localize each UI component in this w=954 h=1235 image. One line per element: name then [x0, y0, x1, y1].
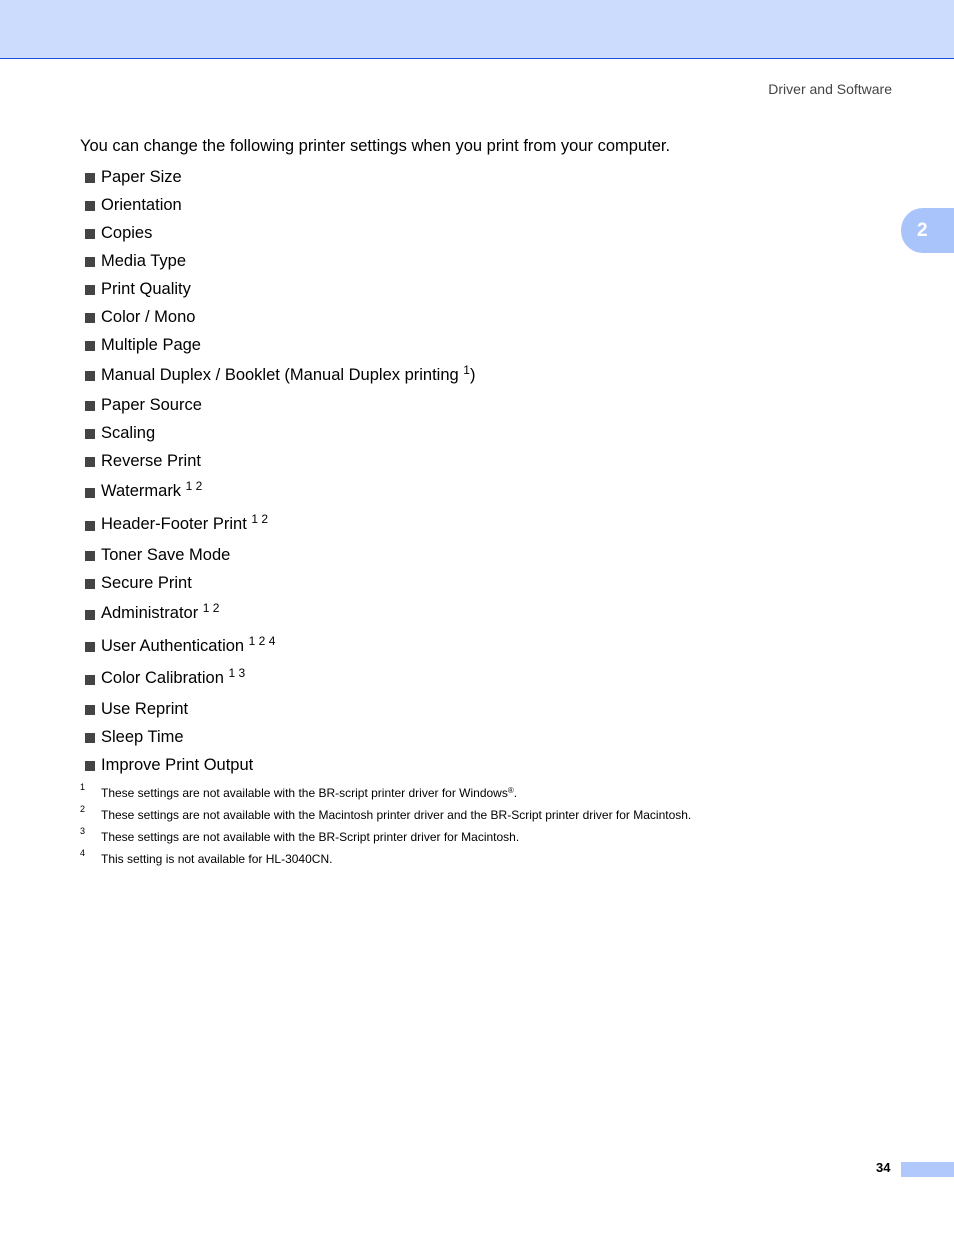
square-bullet-icon	[85, 761, 95, 771]
intro-paragraph: You can change the following printer set…	[80, 137, 671, 155]
footnote-text: These settings are not available with th…	[101, 808, 692, 822]
settings-list-item: Print Quality	[84, 275, 475, 303]
settings-list-item: Toner Save Mode	[84, 541, 475, 569]
setting-label: Header-Footer Print	[101, 515, 252, 533]
setting-label: Copies	[101, 224, 153, 242]
settings-list-item: User Authentication 1 2 4	[84, 630, 475, 662]
settings-list-item: Copies	[84, 219, 475, 247]
footnote-text: These settings are not available with th…	[101, 830, 520, 844]
settings-list-item: Use Reprint	[84, 695, 475, 723]
setting-label: Multiple Page	[101, 336, 201, 354]
footnote-reference[interactable]: 1 2	[203, 601, 220, 615]
footnote-number: 3	[80, 826, 86, 836]
square-bullet-icon	[85, 201, 95, 211]
setting-label: Administrator	[101, 604, 203, 622]
square-bullet-icon	[85, 705, 95, 715]
square-bullet-icon	[85, 674, 95, 685]
settings-list-item: Reverse Print	[84, 447, 475, 475]
setting-label: Reverse Print	[101, 452, 201, 470]
footnote-reference[interactable]: 1 2 4	[249, 634, 276, 648]
square-bullet-icon	[85, 733, 95, 743]
setting-label: Paper Size	[101, 168, 182, 186]
footnote-reference[interactable]: 1 2	[186, 479, 203, 493]
footnote-reference[interactable]: 1 2	[251, 512, 268, 526]
setting-label: Sleep Time	[101, 728, 184, 746]
settings-list-item: Color Calibration 1 3	[84, 662, 475, 695]
settings-list-item: Header-Footer Print 1 2	[84, 508, 475, 541]
settings-list-item: Administrator 1 2	[84, 597, 475, 630]
settings-list: Paper Size Orientation Copies Media Type Pri…	[84, 163, 475, 779]
square-bullet-icon	[85, 285, 95, 295]
square-bullet-icon	[85, 642, 95, 652]
setting-label: Print Quality	[101, 280, 191, 298]
setting-label: Watermark	[101, 482, 186, 500]
footnote-text-wrap: These settings are not available with th…	[101, 808, 691, 822]
settings-list-item: Color / Mono	[84, 303, 475, 331]
page-number: 34	[876, 1160, 891, 1175]
settings-list-item: Paper Source	[84, 391, 475, 419]
settings-list-item: Secure Print	[84, 569, 475, 597]
setting-label: Orientation	[101, 196, 182, 214]
setting-label: Use Reprint	[101, 700, 189, 718]
page-number-bar	[901, 1162, 954, 1177]
square-bullet-icon	[85, 173, 95, 183]
settings-list-item: Scaling	[84, 419, 475, 447]
setting-label: Color / Mono	[101, 308, 196, 326]
chapter-tab: 2	[901, 208, 954, 253]
footnote-text-wrap: This setting is not available for HL-304…	[101, 852, 332, 866]
footnote-text-wrap: These settings are not available with th…	[101, 786, 517, 800]
setting-label: Color Calibration	[101, 669, 229, 687]
setting-label: Media Type	[101, 252, 186, 270]
setting-label: Scaling	[101, 424, 156, 442]
square-bullet-icon	[85, 579, 95, 589]
settings-list-item: Media Type	[84, 247, 475, 275]
square-bullet-icon	[85, 487, 95, 498]
setting-label: Manual Duplex / Booklet (Manual Duplex p…	[101, 366, 464, 384]
footnote-text-wrap: These settings are not available with th…	[101, 830, 519, 844]
square-bullet-icon	[85, 313, 95, 323]
setting-label: User Authentication	[101, 637, 249, 655]
footnote-number: 4	[80, 848, 86, 858]
setting-label: Toner Save Mode	[101, 546, 231, 564]
settings-list-item: Improve Print Output	[84, 751, 475, 779]
square-bullet-icon	[85, 401, 95, 411]
footnote-end: .	[513, 786, 518, 800]
square-bullet-icon	[85, 429, 95, 439]
settings-list-item: Multiple Page	[84, 331, 475, 359]
square-bullet-icon	[85, 257, 95, 267]
footnote-reference[interactable]: 1 3	[228, 666, 245, 680]
square-bullet-icon	[85, 341, 95, 351]
footnote-number: 2	[80, 804, 86, 814]
settings-list-item: Watermark 1 2	[84, 475, 475, 508]
footnote-text: This setting is not available for HL-304…	[101, 852, 333, 866]
footnote-text: These settings are not available with th…	[101, 786, 508, 800]
settings-list-item: Manual Duplex / Booklet (Manual Duplex p…	[84, 359, 475, 391]
square-bullet-icon	[85, 371, 95, 381]
footnote-number: 1	[80, 782, 86, 792]
settings-list-item: Paper Size	[84, 163, 475, 191]
square-bullet-icon	[85, 551, 95, 561]
running-head: Driver and Software	[768, 81, 892, 97]
square-bullet-icon	[85, 457, 95, 467]
square-bullet-icon	[85, 520, 95, 531]
footnote-reference[interactable]: 1	[463, 363, 470, 377]
settings-list-item: Sleep Time	[84, 723, 475, 751]
setting-label: Secure Print	[101, 574, 192, 592]
setting-label: Paper Source	[101, 396, 202, 414]
square-bullet-icon	[85, 229, 95, 239]
header-band	[0, 0, 954, 59]
settings-list-item: Orientation	[84, 191, 475, 219]
setting-label-suffix: )	[469, 366, 476, 384]
setting-label: Improve Print Output	[101, 756, 254, 774]
square-bullet-icon	[85, 609, 95, 620]
